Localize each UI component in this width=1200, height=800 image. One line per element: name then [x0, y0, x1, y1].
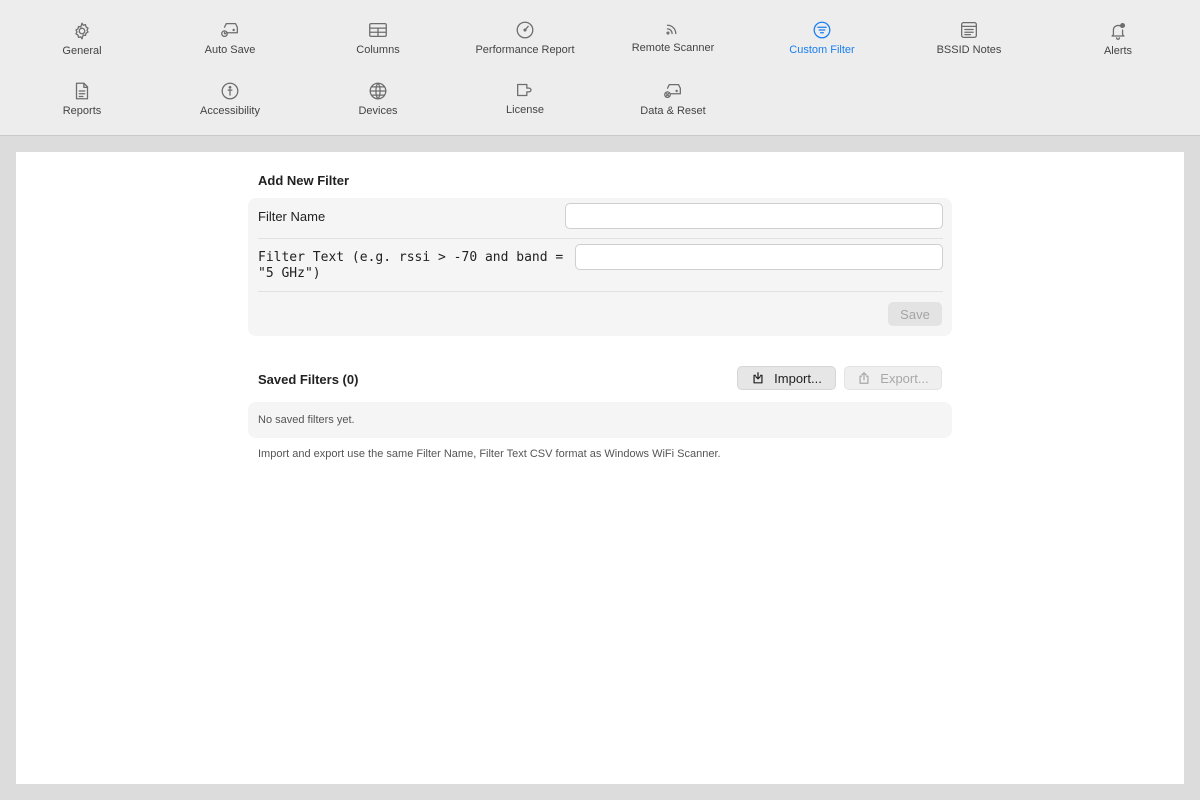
filter-icon — [810, 18, 834, 42]
import-button[interactable]: Import... — [737, 366, 836, 390]
import-label: Import... — [774, 370, 822, 386]
add-filter-form: Filter Name Filter Text (e.g. rssi > -70… — [248, 198, 952, 336]
filter-text-label: Filter Text (e.g. rssi > -70 and band = … — [258, 250, 564, 281]
tab-label: Data & Reset — [640, 105, 706, 117]
tab-columns[interactable]: Columns — [308, 18, 448, 74]
bell-icon — [1106, 19, 1130, 43]
tab-label: Alerts — [1103, 45, 1133, 57]
tab-label: General — [62, 45, 102, 57]
tab-performance-report[interactable]: Performance Report — [455, 18, 595, 74]
tab-label: Columns — [356, 44, 400, 56]
share-icon — [859, 372, 869, 384]
accessibility-icon — [218, 79, 242, 103]
filter-name-input[interactable] — [565, 203, 943, 229]
divider — [258, 291, 943, 292]
tab-general[interactable]: General — [12, 19, 152, 75]
tab-label: Custom Filter — [789, 44, 855, 56]
gear-icon — [70, 19, 94, 43]
tab-remote-scanner[interactable]: Remote Scanner — [603, 16, 743, 72]
tab-label: Remote Scanner — [631, 42, 715, 54]
filter-text-input[interactable] — [575, 244, 943, 270]
tab-devices[interactable]: Devices — [308, 79, 448, 135]
import-icon — [753, 372, 763, 384]
export-label: Export... — [880, 370, 929, 386]
tab-bssid-notes[interactable]: BSSID Notes — [899, 18, 1039, 74]
tab-label: Auto Save — [204, 44, 256, 56]
saved-filters-title: Saved Filters (0) — [258, 372, 359, 387]
notes-icon — [957, 18, 981, 42]
drive-reset-icon — [661, 79, 685, 103]
tab-custom-filter[interactable]: Custom Filter — [752, 18, 892, 74]
license-icon — [513, 78, 537, 102]
tab-alerts[interactable]: Alerts — [1048, 19, 1188, 75]
signal-icon — [661, 16, 685, 40]
tab-label: Performance Report — [475, 44, 575, 56]
content-panel: Add New Filter Filter Name Filter Text (… — [16, 152, 1184, 784]
tab-auto-save[interactable]: Auto Save — [160, 18, 300, 74]
tab-data-reset[interactable]: Data & Reset — [603, 79, 743, 135]
import-export-footnote: Import and export use the same Filter Na… — [258, 448, 721, 460]
tab-label: Accessibility — [200, 105, 260, 117]
tab-reports[interactable]: Reports — [12, 79, 152, 135]
empty-state-text: No saved filters yet. — [258, 414, 355, 426]
globe-icon — [366, 79, 390, 103]
divider — [258, 238, 943, 239]
document-icon — [70, 79, 94, 103]
tab-label: Devices — [358, 105, 398, 117]
export-button[interactable]: Export... — [844, 366, 942, 390]
tab-license[interactable]: License — [455, 78, 595, 134]
preferences-toolbar: General Auto Save Columns Performance Re… — [0, 0, 1200, 136]
saved-filters-list: No saved filters yet. — [248, 402, 952, 438]
tab-accessibility[interactable]: Accessibility — [160, 79, 300, 135]
gauge-icon — [513, 18, 537, 42]
add-filter-title: Add New Filter — [258, 173, 350, 188]
save-button[interactable]: Save — [888, 302, 942, 326]
tab-label: License — [506, 104, 544, 116]
drive-clock-icon — [218, 18, 242, 42]
tab-label: BSSID Notes — [936, 44, 1002, 56]
tab-label: Reports — [62, 105, 102, 117]
table-icon — [366, 18, 390, 42]
filter-name-label: Filter Name — [258, 209, 326, 224]
